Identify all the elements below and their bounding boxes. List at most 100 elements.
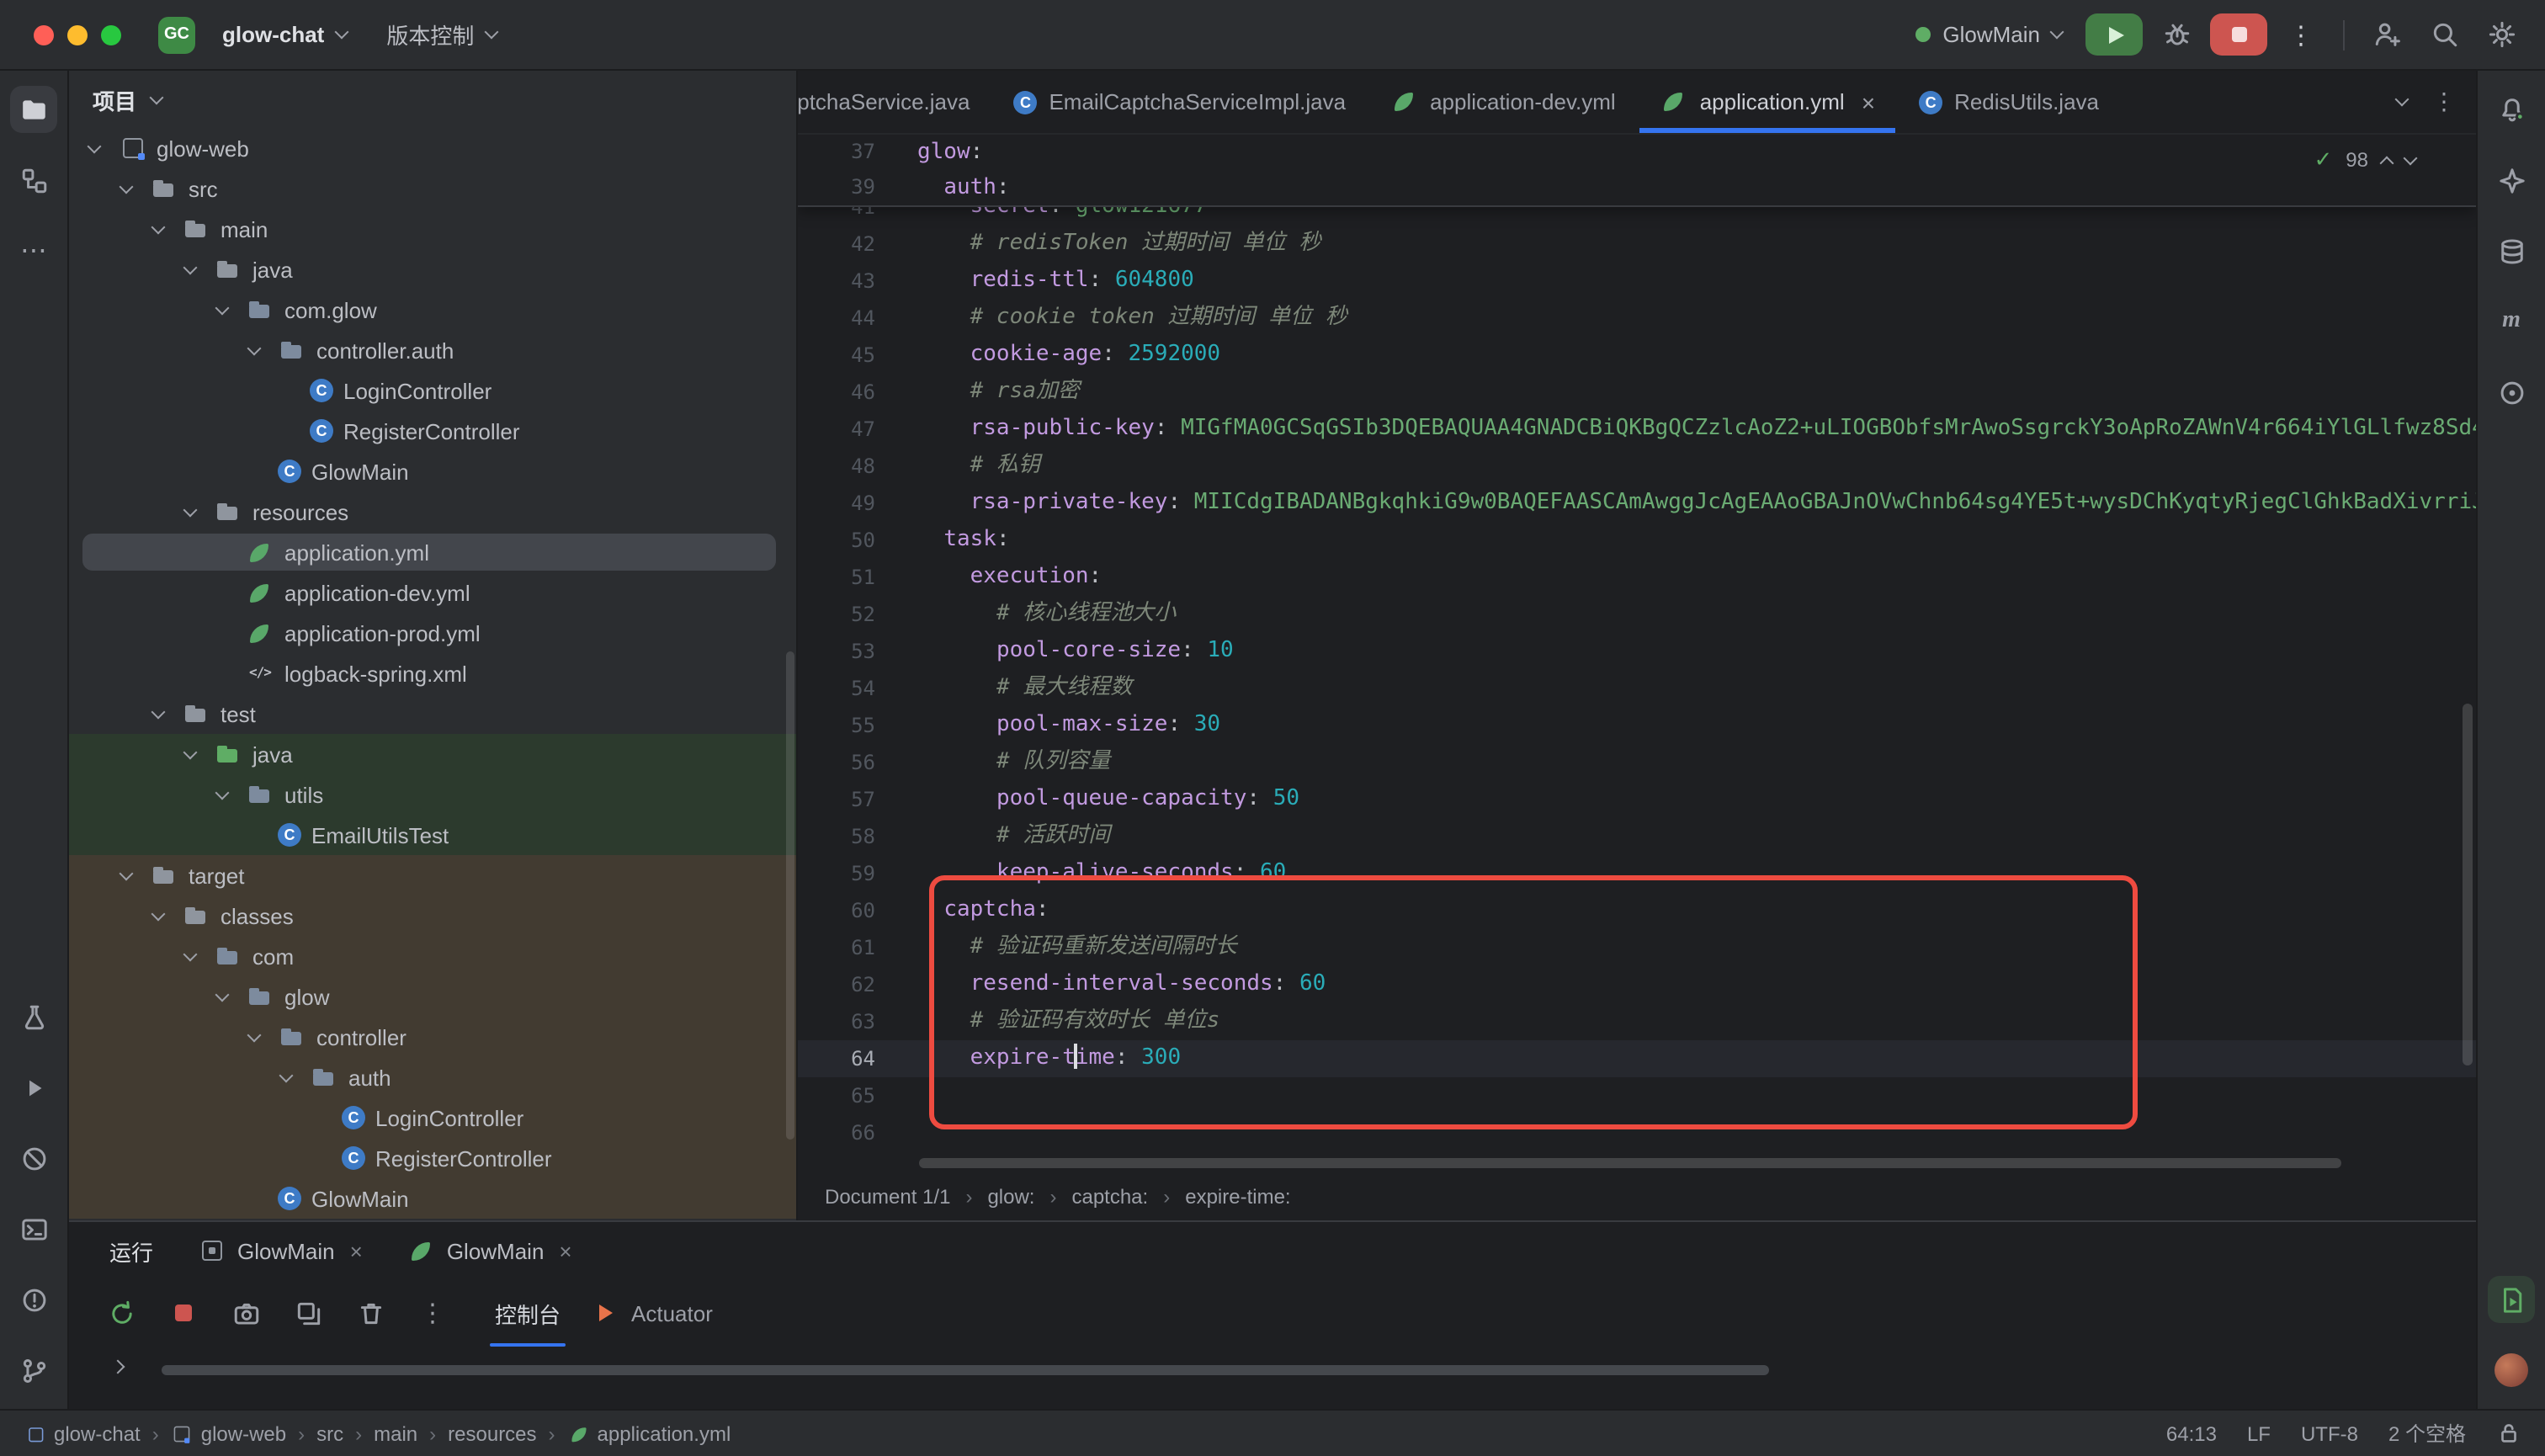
endpoints-tool-button[interactable]	[2488, 369, 2535, 416]
chevron-down-icon[interactable]	[183, 947, 198, 961]
breadcrumb-item[interactable]: Document 1/1	[825, 1185, 950, 1209]
code-line[interactable]: 39 auth:	[798, 170, 2476, 205]
code-line[interactable]: 56 # 队列容量	[798, 744, 2476, 781]
services-tool-button[interactable]	[2488, 1276, 2535, 1323]
more-tool-windows-button[interactable]: ⋯	[10, 227, 57, 274]
statusbar-path-item[interactable]: src	[316, 1421, 343, 1445]
code-line[interactable]: 60 captcha:	[798, 892, 2476, 929]
breadcrumb-item[interactable]: glow:	[987, 1185, 1034, 1209]
thread-dump-button[interactable]	[227, 1294, 264, 1331]
run-session-tab[interactable]: GlowMain×	[183, 1232, 376, 1269]
editor-tab[interactable]: CRedisUtils.java	[1897, 71, 2121, 133]
caret-position[interactable]: 64:13	[2166, 1421, 2217, 1445]
git-tool-button[interactable]	[10, 1347, 57, 1394]
tree-item[interactable]: main	[69, 209, 796, 249]
terminal-tool-button[interactable]	[10, 1205, 57, 1252]
toolbar-more-button[interactable]: ⋮	[414, 1294, 451, 1331]
code-line[interactable]: 44 # cookie token 过期时间 单位 秒	[798, 300, 2476, 337]
chevron-down-icon[interactable]	[120, 866, 134, 880]
tree-item[interactable]: classes	[69, 895, 796, 936]
problems-tool-button[interactable]	[10, 1135, 57, 1182]
breadcrumb-item[interactable]: captcha:	[1071, 1185, 1148, 1209]
minimize-window-button[interactable]	[67, 24, 88, 45]
code-line[interactable]: 62 resend-interval-seconds: 60	[798, 966, 2476, 1003]
run-button[interactable]	[2085, 13, 2143, 56]
tree-item[interactable]: utils	[69, 774, 796, 815]
tree-item[interactable]: src	[69, 168, 796, 209]
tab-list-chevron-icon[interactable]	[2395, 93, 2410, 107]
chevron-down-icon[interactable]	[120, 179, 134, 194]
tree-item[interactable]: controller	[69, 1017, 796, 1057]
vcs-menu[interactable]: 版本控制	[373, 12, 509, 57]
tree-item[interactable]: glow	[69, 976, 796, 1017]
tree-item[interactable]: CRegisterController	[69, 1138, 796, 1178]
statusbar-path-item[interactable]: glow-web	[171, 1420, 286, 1447]
code-line[interactable]: 37glow:	[798, 135, 2476, 170]
chevron-down-icon[interactable]	[183, 745, 198, 759]
tree-item[interactable]: glow-web	[69, 128, 796, 168]
code-line[interactable]: 58 # 活跃时间	[798, 818, 2476, 855]
close-icon[interactable]: ×	[350, 1238, 363, 1263]
code-line[interactable]: 51 execution:	[798, 559, 2476, 596]
tree-item[interactable]: auth	[69, 1057, 796, 1097]
search-everywhere-button[interactable]	[2420, 13, 2468, 56]
breadcrumb-item[interactable]: expire-time:	[1185, 1185, 1290, 1209]
editor-tab[interactable]: ailCaptchaService.java	[798, 71, 991, 133]
tree-item[interactable]: com.glow	[69, 290, 796, 330]
tree-item[interactable]: application-prod.yml	[69, 613, 796, 653]
statusbar-path-item[interactable]: application.yml	[567, 1420, 731, 1447]
ai-assistant-button[interactable]	[2488, 157, 2535, 204]
code-line[interactable]: 46 # rsa加密	[798, 374, 2476, 411]
project-panel-header[interactable]: 项目	[69, 71, 796, 128]
code-line[interactable]: 65	[798, 1077, 2476, 1114]
code-line[interactable]: 57 pool-queue-capacity: 50	[798, 781, 2476, 818]
code-line[interactable]: 47 rsa-public-key: MIGfMA0GCSqGSIb3DQEBA…	[798, 411, 2476, 448]
stop-button[interactable]	[2210, 13, 2267, 56]
chevron-down-icon[interactable]	[215, 785, 230, 800]
debug-button[interactable]	[2153, 13, 2200, 56]
tree-item[interactable]: java	[69, 734, 796, 774]
expand-chevron-icon[interactable]	[111, 1360, 125, 1374]
code-line[interactable]: 48 # 私钥	[798, 448, 2476, 485]
tree-item[interactable]: test	[69, 693, 796, 734]
code-line[interactable]: 42 # redisToken 过期时间 单位 秒	[798, 226, 2476, 263]
tree-item[interactable]: application.yml	[69, 532, 796, 572]
file-encoding[interactable]: UTF-8	[2301, 1421, 2358, 1445]
code-with-me-button[interactable]	[2363, 13, 2410, 56]
chevron-down-icon[interactable]	[247, 341, 262, 355]
editor-tab[interactable]: application.yml×	[1638, 71, 1897, 133]
chevron-down-icon[interactable]	[88, 139, 102, 153]
chevron-down-icon[interactable]	[183, 502, 198, 517]
editor-vertical-scrollbar[interactable]	[2461, 207, 2474, 1150]
close-icon[interactable]: ×	[1862, 90, 1875, 114]
profile-button[interactable]	[2488, 1347, 2535, 1394]
structure-tool-button[interactable]	[10, 157, 57, 204]
tree-item[interactable]: application-dev.yml	[69, 572, 796, 613]
more-actions-button[interactable]: ⋮	[2277, 13, 2325, 56]
tree-item[interactable]: com	[69, 936, 796, 976]
settings-button[interactable]	[2478, 13, 2525, 56]
run-view-tab[interactable]: Actuator	[579, 1279, 725, 1347]
code-line[interactable]: 54 # 最大线程数	[798, 670, 2476, 707]
chevron-down-icon[interactable]	[247, 1028, 262, 1042]
project-scrollbar[interactable]	[786, 651, 794, 1140]
chevron-down-icon[interactable]	[151, 220, 166, 234]
code-line[interactable]: 49 rsa-private-key: MIICdgIBADANBgkqhkiG…	[798, 485, 2476, 522]
project-tool-button[interactable]	[10, 86, 57, 133]
chevron-down-icon[interactable]	[215, 987, 230, 1002]
tests-tool-button[interactable]	[10, 993, 57, 1040]
code-line[interactable]: 53 pool-core-size: 10	[798, 633, 2476, 670]
next-problem-icon[interactable]	[2404, 151, 2418, 165]
tree-item[interactable]: </>logback-spring.xml	[69, 653, 796, 693]
statusbar-path-item[interactable]: glow-chat	[24, 1420, 141, 1447]
tree-item[interactable]: target	[69, 855, 796, 895]
tree-item[interactable]: CGlowMain	[69, 1178, 796, 1219]
rerun-button[interactable]	[103, 1294, 140, 1331]
run-view-tab[interactable]: 控制台	[483, 1279, 572, 1347]
lock-icon[interactable]	[2496, 1421, 2521, 1446]
scrollbar-thumb[interactable]	[2463, 704, 2473, 1065]
tree-item[interactable]: CRegisterController	[69, 411, 796, 451]
indent-style[interactable]: 2 个空格	[2388, 1419, 2466, 1448]
code-line[interactable]: 45 cookie-age: 2592000	[798, 337, 2476, 374]
maven-tool-button[interactable]: m	[2488, 298, 2535, 345]
